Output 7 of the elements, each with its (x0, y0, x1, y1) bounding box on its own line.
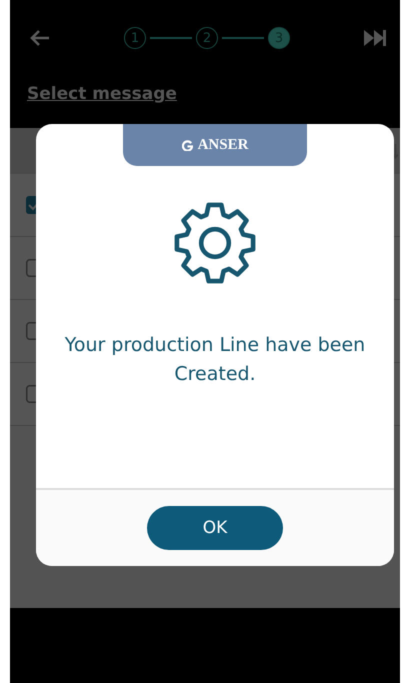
skip-forward-icon[interactable] (362, 29, 388, 47)
brand-name: ANSER (198, 136, 248, 154)
ok-button[interactable]: OK (147, 506, 283, 550)
step-indicator: 2 (196, 27, 218, 49)
logo-icon (182, 140, 193, 150)
dialog-message: Your production Line have been Created. (64, 333, 366, 387)
step-indicator: 1 (124, 27, 146, 49)
